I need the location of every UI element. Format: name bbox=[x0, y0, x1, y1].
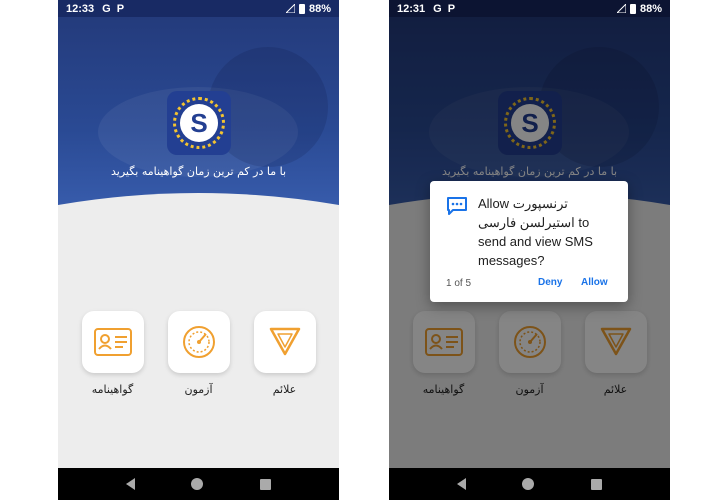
deny-button[interactable]: Deny bbox=[538, 277, 562, 288]
menu-tiles: گواهینامه آزمون علائم bbox=[58, 311, 339, 396]
sms-permission-dialog: Allow ترنسپورت استیرلسن فارسی to send an… bbox=[430, 181, 628, 302]
status-bar: 12:33 G P 88% bbox=[58, 0, 339, 17]
recents-icon[interactable] bbox=[590, 478, 602, 490]
tile-license[interactable]: گواهینامه bbox=[81, 311, 144, 396]
hero-curve bbox=[58, 193, 339, 222]
tagline: با ما در کم ترین زمان گواهینامه بگیرید bbox=[110, 165, 287, 178]
hero-banner: S با ما در کم ترین زمان گواهینامه بگیرید bbox=[58, 17, 339, 222]
signal-icon bbox=[616, 4, 626, 13]
parking-icon: P bbox=[447, 2, 456, 15]
yield-sign-icon bbox=[269, 327, 300, 356]
sms-icon bbox=[447, 197, 467, 215]
google-icon: G bbox=[102, 2, 111, 15]
speedometer-icon bbox=[182, 326, 215, 358]
logo-letter: S bbox=[180, 104, 218, 142]
parking-icon: P bbox=[116, 2, 125, 15]
phone-screen-permission: 12:31 G P 88% S با ما در کم ترین زمان گو… bbox=[389, 0, 670, 500]
home-icon[interactable] bbox=[522, 478, 535, 490]
tile-signs[interactable]: علائم bbox=[253, 311, 316, 396]
battery-icon bbox=[298, 3, 305, 14]
recents-icon[interactable] bbox=[259, 478, 271, 490]
nav-bar bbox=[58, 468, 339, 500]
status-time: 12:33 bbox=[66, 2, 95, 15]
tile-exam[interactable]: آزمون bbox=[167, 311, 230, 396]
back-icon[interactable] bbox=[126, 478, 136, 490]
phone-screen-home: 12:33 G P 88% S با ما در کم ترین زمان گو… bbox=[58, 0, 339, 500]
tile-license-label: گواهینامه bbox=[91, 383, 134, 396]
dialog-message: Allow ترنسپورت استیرلسن فارسی to send an… bbox=[478, 194, 618, 270]
tile-signs-label: علائم bbox=[272, 383, 297, 396]
nav-bar bbox=[389, 468, 670, 500]
battery-icon bbox=[629, 3, 636, 14]
battery-percent: 88% bbox=[308, 2, 331, 15]
tile-exam-label: آزمون bbox=[184, 383, 213, 396]
allow-button[interactable]: Allow bbox=[581, 277, 608, 288]
status-time: 12:31 bbox=[397, 2, 426, 15]
battery-percent: 88% bbox=[639, 2, 662, 15]
google-icon: G bbox=[433, 2, 442, 15]
signal-icon bbox=[285, 4, 295, 13]
status-bar: 12:31 G P 88% bbox=[389, 0, 670, 17]
app-logo: S bbox=[167, 91, 231, 155]
dialog-counter: 1 of 5 bbox=[446, 278, 472, 289]
back-icon[interactable] bbox=[457, 478, 467, 490]
dialog-text-allow: Allow bbox=[478, 196, 510, 211]
id-card-icon bbox=[93, 328, 132, 356]
home-icon[interactable] bbox=[191, 478, 204, 490]
